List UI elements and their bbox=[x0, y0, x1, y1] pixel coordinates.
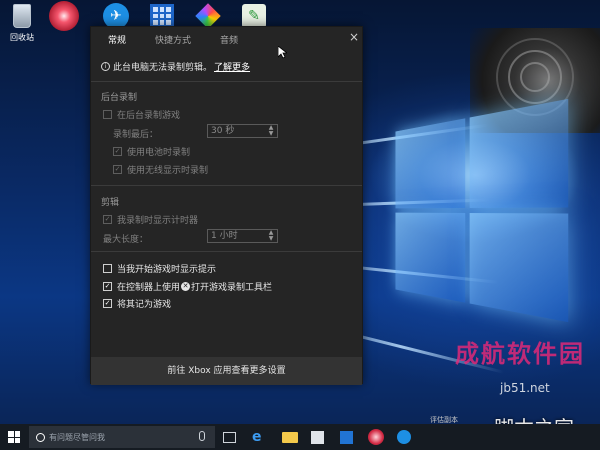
checkbox-label: 使用电池时录制 bbox=[127, 145, 190, 158]
app-red-disc-taskbar-icon[interactable] bbox=[368, 429, 384, 445]
checkbox-box[interactable]: ✓ bbox=[113, 147, 122, 156]
cortana-icon bbox=[36, 433, 45, 442]
divider bbox=[91, 81, 362, 82]
checkbox-remember-game[interactable]: ✓ 将其记为游戏 bbox=[103, 297, 171, 310]
checkbox-label-suffix: 打开游戏录制工具栏 bbox=[191, 280, 272, 293]
edge-browser-icon[interactable]: e bbox=[252, 429, 268, 445]
checkbox-record-in-background[interactable]: 在后台录制游戏 bbox=[103, 108, 180, 121]
watermark-site-domain: jb51.net bbox=[500, 381, 550, 395]
checkbox-label: 将其记为游戏 bbox=[117, 297, 171, 310]
recording-unsupported-notice: i 此台电脑无法录制剪辑。 了解更多 bbox=[101, 60, 250, 73]
record-last-value: 30 秒 bbox=[211, 126, 234, 136]
app-blue-grid-taskbar-icon[interactable] bbox=[340, 431, 353, 444]
tab-general[interactable]: 常规 bbox=[108, 33, 126, 46]
cortana-search-box[interactable]: 有问题尽管问我 bbox=[29, 426, 215, 448]
section-title-clips: 剪辑 bbox=[101, 195, 119, 208]
max-length-stepper[interactable]: 1 小时 ▲ ▼ bbox=[207, 229, 278, 243]
watermark-red-text: 成航软件园 bbox=[455, 334, 585, 369]
open-xbox-app-settings-button[interactable]: 前往 Xbox 应用查看更多设置 bbox=[91, 357, 362, 385]
task-view-icon[interactable] bbox=[223, 432, 236, 443]
checkbox-box[interactable]: ✓ bbox=[113, 165, 122, 174]
notice-text: 此台电脑无法录制剪辑。 bbox=[113, 60, 212, 73]
checkbox-box[interactable]: ✓ bbox=[103, 215, 112, 224]
checkbox-label: 在后台录制游戏 bbox=[117, 108, 180, 121]
recycle-bin-label: 回收站 bbox=[6, 32, 38, 43]
file-explorer-icon[interactable] bbox=[282, 432, 298, 443]
settings-tabs: 常规 快捷方式 音频 × bbox=[91, 27, 362, 51]
checkbox-record-on-battery[interactable]: ✓ 使用电池时录制 bbox=[113, 145, 190, 158]
learn-more-link[interactable]: 了解更多 bbox=[214, 60, 250, 73]
game-dvr-settings-panel: 常规 快捷方式 音频 × i 此台电脑无法录制剪辑。 了解更多 后台录制 在后台… bbox=[90, 26, 363, 384]
checkbox-controller-open-toolbar[interactable]: ✓ 在控制器上使用 ✕ 打开游戏录制工具栏 bbox=[103, 280, 272, 293]
divider bbox=[91, 251, 362, 252]
checkbox-box[interactable] bbox=[103, 110, 112, 119]
checkbox-label: 我录制时显示计时器 bbox=[117, 213, 198, 226]
checkbox-label: 当我开始游戏时显示提示 bbox=[117, 262, 216, 275]
stepper-arrows-icon[interactable]: ▲ ▼ bbox=[267, 230, 275, 242]
record-last-stepper[interactable]: 30 秒 ▲ ▼ bbox=[207, 124, 278, 138]
tab-audio[interactable]: 音频 bbox=[220, 33, 238, 46]
recycle-bin-icon bbox=[13, 4, 31, 28]
checkbox-label: 使用无线显示时录制 bbox=[127, 163, 208, 176]
max-length-value: 1 小时 bbox=[211, 231, 238, 241]
stepper-arrows-icon[interactable]: ▲ ▼ bbox=[267, 125, 275, 137]
store-icon[interactable] bbox=[311, 431, 324, 444]
checkbox-box[interactable] bbox=[103, 264, 112, 273]
search-placeholder: 有问题尽管问我 bbox=[49, 432, 105, 443]
checkbox-show-timer[interactable]: ✓ 我录制时显示计时器 bbox=[103, 213, 198, 226]
app-blue-bird-taskbar-icon[interactable] bbox=[397, 430, 411, 444]
microphone-icon[interactable] bbox=[199, 431, 205, 441]
app-red-disc-icon[interactable] bbox=[48, 0, 80, 32]
record-last-label: 录制最后： bbox=[113, 127, 158, 140]
section-title-background-recording: 后台录制 bbox=[101, 90, 137, 103]
xbox-button-icon: ✕ bbox=[181, 282, 190, 291]
info-icon: i bbox=[101, 62, 110, 71]
close-icon[interactable]: × bbox=[347, 30, 361, 44]
divider bbox=[91, 185, 362, 186]
checkbox-record-wireless-display[interactable]: ✓ 使用无线显示时录制 bbox=[113, 163, 208, 176]
checkbox-box[interactable]: ✓ bbox=[103, 299, 112, 308]
start-button-windows-icon[interactable] bbox=[8, 431, 20, 443]
windows-logo-wallpaper bbox=[395, 99, 568, 322]
checkbox-show-tips[interactable]: 当我开始游戏时显示提示 bbox=[103, 262, 216, 275]
max-length-label: 最大长度： bbox=[103, 232, 148, 245]
tab-shortcuts[interactable]: 快捷方式 bbox=[155, 33, 191, 46]
taskbar: 有问题尽管问我 e bbox=[0, 424, 600, 450]
checkbox-box[interactable]: ✓ bbox=[103, 282, 112, 291]
recycle-bin-shortcut[interactable]: 回收站 bbox=[6, 4, 38, 43]
checkbox-label-prefix: 在控制器上使用 bbox=[117, 280, 180, 293]
mouse-cursor-icon bbox=[278, 46, 287, 59]
